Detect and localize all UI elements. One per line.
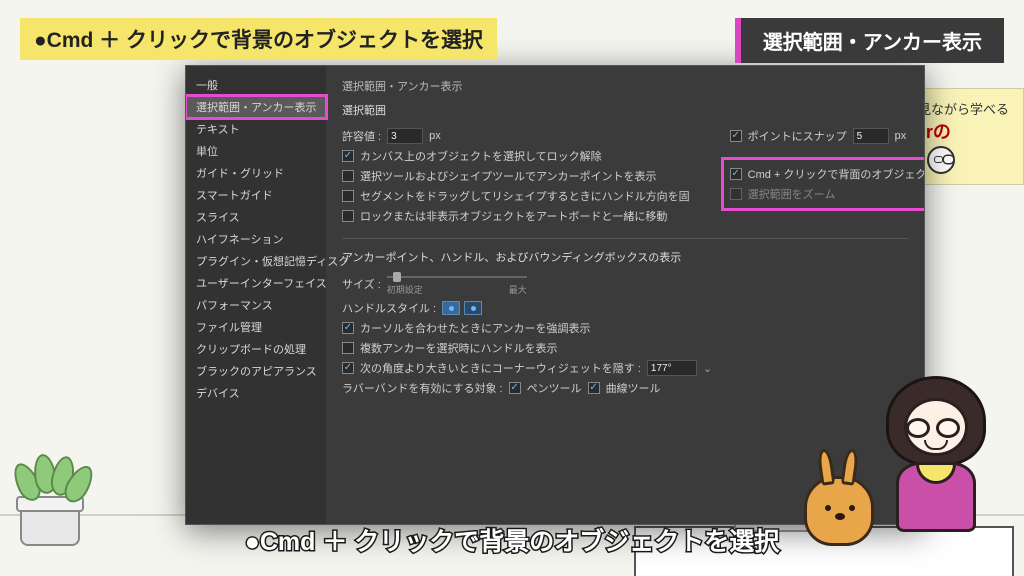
size-max-label: 最大 (509, 283, 527, 296)
checkbox-multi-anchor[interactable] (342, 342, 354, 354)
preferences-content: 選択範囲・アンカー表示 選択範囲 許容値 : px カンバス上のオブジェクトを選… (326, 66, 924, 524)
px-unit-2: px (895, 130, 907, 142)
size-label: サイズ : (342, 276, 381, 292)
label-cmd-click: Cmd + クリックで背面のオブジェクトを選択 (748, 166, 924, 182)
caption-bottom: ●Cmd ＋ クリックで背景のオブジェクトを選択 (245, 522, 780, 558)
label-segment-drag: セグメントをドラッグしてリシェイプするときにハンドル方向を固 (360, 188, 690, 204)
sidebar-item-general[interactable]: 一般 (186, 74, 326, 96)
character-decoration (876, 376, 996, 536)
checkbox-snap-point[interactable] (730, 130, 742, 142)
highlight-cmd-click: Cmd + クリックで背面のオブジェクトを選択 選択範囲をズーム (724, 160, 924, 208)
tolerance-label: 許容値 : (342, 128, 381, 144)
handle-style-label: ハンドルスタイル : (342, 300, 436, 316)
sidebar-item-plugins[interactable]: プラグイン・仮想記憶ディスク (186, 250, 326, 272)
checkbox-segment-drag[interactable] (342, 190, 354, 202)
size-min-label: 初期設定 (387, 283, 423, 296)
sidebar-item-hyphenation[interactable]: ハイフネーション (186, 228, 326, 250)
sidebar-item-smart-guides[interactable]: スマートガイド (186, 184, 326, 206)
handle-style-option-2[interactable] (464, 301, 482, 315)
checkbox-curve-tool[interactable] (588, 382, 600, 394)
sidebar-item-black[interactable]: ブラックのアピアランス (186, 360, 326, 382)
label-corner-widget: 次の角度より大きいときにコーナーウィジェットを隠す : (360, 360, 641, 376)
panel-title: 選択範囲・アンカー表示 (342, 78, 908, 94)
angle-input[interactable] (647, 360, 697, 376)
checkbox-canvas-unlock[interactable] (342, 150, 354, 162)
label-canvas-unlock: カンバス上のオブジェクトを選択してロック解除 (360, 148, 602, 164)
label-multi-anchor: 複数アンカーを選択時にハンドルを表示 (360, 340, 558, 356)
label-lock-hidden: ロックまたは非表示オブジェクトをアートボードと一緒に移動 (360, 208, 667, 224)
sidebar-item-units[interactable]: 単位 (186, 140, 326, 162)
bunny-decoration (804, 476, 874, 546)
label-cursor-highlight: カーソルを合わせたときにアンカーを強調表示 (360, 320, 591, 336)
checkbox-lock-hidden[interactable] (342, 210, 354, 222)
sidebar-item-clipboard[interactable]: クリップボードの処理 (186, 338, 326, 360)
size-slider[interactable] (387, 276, 527, 278)
preferences-dialog: 一般 選択範囲・アンカー表示 テキスト 単位 ガイド・グリッド スマートガイド … (185, 65, 925, 525)
promo-face-icon (927, 146, 955, 174)
px-unit: px (429, 130, 441, 142)
sidebar-item-device[interactable]: デバイス (186, 382, 326, 404)
snap-input[interactable] (853, 128, 889, 144)
checkbox-show-anchor[interactable] (342, 170, 354, 182)
sidebar-item-slices[interactable]: スライス (186, 206, 326, 228)
section-selection: 選択範囲 (342, 102, 908, 118)
title-banner-right: 選択範囲・アンカー表示 (735, 18, 1004, 63)
checkbox-pen-tool[interactable] (509, 382, 521, 394)
handle-style-option-1[interactable] (442, 301, 460, 315)
section-anchor-display: アンカーポイント、ハンドル、およびバウンディングボックスの表示 (342, 249, 908, 265)
label-show-anchor: 選択ツールおよびシェイプツールでアンカーポイントを表示 (360, 168, 657, 184)
sidebar-item-ui[interactable]: ユーザーインターフェイス (186, 272, 326, 294)
angle-dropdown-icon[interactable]: ⌄ (703, 362, 712, 375)
rubberband-label: ラバーバンドを有効にする対象 : (342, 380, 503, 396)
checkbox-zoom-selection[interactable] (730, 188, 742, 200)
preferences-sidebar: 一般 選択範囲・アンカー表示 テキスト 単位 ガイド・グリッド スマートガイド … (186, 66, 326, 524)
checkbox-cursor-highlight[interactable] (342, 322, 354, 334)
label-pen-tool: ペンツール (527, 380, 582, 396)
sidebar-item-guides-grid[interactable]: ガイド・グリッド (186, 162, 326, 184)
sidebar-item-file[interactable]: ファイル管理 (186, 316, 326, 338)
label-zoom-selection: 選択範囲をズーム (748, 186, 836, 202)
title-banner-left: ●Cmd ＋ クリックで背景のオブジェクトを選択 (20, 18, 497, 60)
tolerance-input[interactable] (387, 128, 423, 144)
checkbox-corner-widget[interactable] (342, 362, 354, 374)
sidebar-item-performance[interactable]: パフォーマンス (186, 294, 326, 316)
sidebar-item-text[interactable]: テキスト (186, 118, 326, 140)
plant-decoration (20, 496, 80, 546)
sidebar-item-selection-anchor[interactable]: 選択範囲・アンカー表示 (186, 96, 326, 118)
label-snap-point: ポイントにスナップ (748, 128, 847, 144)
label-curve-tool: 曲線ツール (606, 380, 661, 396)
checkbox-cmd-click[interactable] (730, 168, 742, 180)
